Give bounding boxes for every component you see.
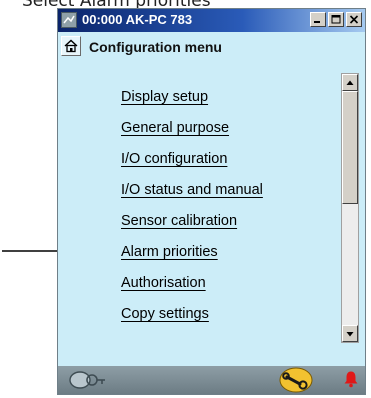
menu-item-general-purpose[interactable]: General purpose	[121, 120, 229, 136]
window-controls	[310, 12, 362, 27]
menu-item-display-setup[interactable]: Display setup	[121, 89, 208, 105]
status-bar	[58, 366, 365, 394]
menu-item-sensor-calibration[interactable]: Sensor calibration	[121, 213, 237, 229]
page-title: Configuration menu	[89, 39, 222, 55]
vertical-scrollbar[interactable]	[341, 73, 359, 343]
app-window: 00:000 AK-PC 783 Configuration menu Disp…	[57, 8, 366, 395]
service-wrench-icon[interactable]	[278, 367, 314, 398]
arrow-down-icon	[346, 331, 354, 336]
alarm-bell-icon[interactable]	[343, 370, 359, 393]
menu-item-copy-settings[interactable]: Copy settings	[121, 306, 209, 322]
menu-header: Configuration menu	[58, 32, 365, 62]
menu-item-alarm-priorities[interactable]: Alarm priorities	[121, 244, 218, 260]
minimize-button[interactable]	[310, 12, 326, 27]
arrow-up-icon	[346, 80, 354, 85]
scroll-down-button[interactable]	[342, 325, 358, 342]
app-icon	[61, 12, 77, 28]
scroll-thumb[interactable]	[342, 91, 358, 204]
home-icon	[64, 39, 78, 53]
configuration-menu-list: Display setup General purpose I/O config…	[58, 62, 341, 354]
menu-item-io-configuration[interactable]: I/O configuration	[121, 151, 227, 167]
window-title: 00:000 AK-PC 783	[82, 12, 193, 27]
title-bar[interactable]: 00:000 AK-PC 783	[58, 9, 365, 32]
maximize-button[interactable]	[328, 12, 344, 27]
menu-item-authorisation[interactable]: Authorisation	[121, 275, 206, 291]
scroll-up-button[interactable]	[342, 74, 358, 91]
close-button[interactable]	[346, 12, 362, 27]
home-button[interactable]	[61, 36, 81, 56]
login-key-icon[interactable]	[68, 368, 108, 395]
menu-item-io-status-manual[interactable]: I/O status and manual	[121, 182, 263, 198]
